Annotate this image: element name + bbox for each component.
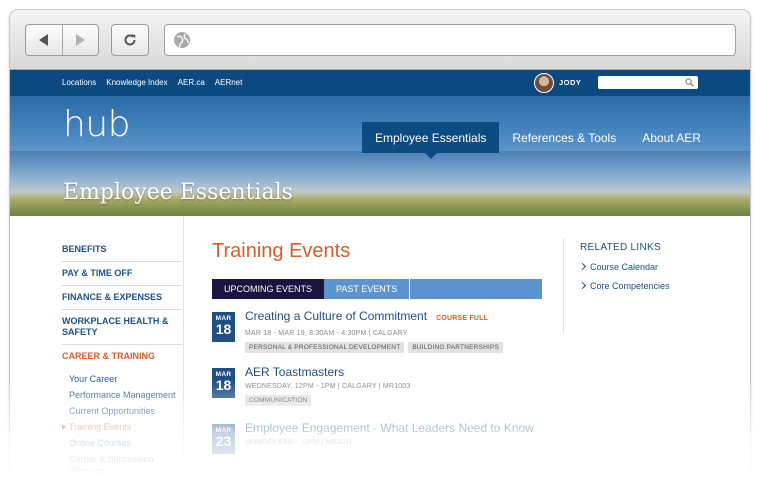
event-day: 18 [215, 321, 232, 337]
course-full-badge: COURSE FULL [436, 315, 489, 322]
hero-banner: hub Employee Essentials References & Too… [10, 96, 750, 216]
event-item: MAR 18 Creating a Culture of Commitment C… [212, 309, 552, 365]
subnav-performance-management[interactable]: Performance Management [69, 388, 182, 404]
event-tags: COMMUNICATION [245, 395, 545, 406]
utility-bar: Locations Knowledge Index AER.ca AERnet … [10, 70, 750, 96]
event-title-link[interactable]: Employee Engagement - What Leaders Need … [245, 421, 545, 435]
event-title-link[interactable]: AER Toastmasters [245, 365, 545, 379]
event-meta: MONDAY 9AM - 12PM | MR1011 [245, 439, 353, 446]
sidebar-item-benefits[interactable]: BENEFITS [62, 238, 182, 262]
sidebar-nav: BENEFITS PAY & TIME OFF FINANCE & EXPENS… [62, 238, 182, 479]
event-item: MAR 18 AER Toastmasters WEDNESDAY, 12PM … [212, 365, 552, 421]
event-tag[interactable]: COMMUNICATION [245, 395, 312, 406]
event-meta: MAR 18 - MAR 19, 8:30AM - 4:30PM | CALGA… [245, 330, 408, 337]
related-link-course-calendar[interactable]: Course Calendar [580, 262, 730, 272]
event-day: 18 [215, 377, 232, 393]
main-column: Training Events UPCOMING EVENTS PAST EVE… [212, 238, 552, 477]
event-body: Creating a Culture of Commitment COURSE F… [245, 309, 545, 353]
related-divider [563, 238, 564, 333]
nav-employee-essentials[interactable]: Employee Essentials [362, 122, 500, 159]
subnav-online-courses[interactable]: Online Courses [69, 436, 182, 452]
reload-button[interactable] [111, 24, 149, 56]
utility-links: Locations Knowledge Index AER.ca AERnet [62, 78, 242, 87]
username[interactable]: JODY [559, 78, 581, 87]
sidebar-item-finance-expenses[interactable]: FINANCE & EXPENSES [62, 286, 182, 310]
tab-upcoming-events[interactable]: UPCOMING EVENTS [212, 279, 325, 299]
forward-button[interactable] [61, 25, 99, 55]
site-logo[interactable]: hub [63, 104, 130, 145]
nav-references-tools[interactable]: References & Tools [499, 122, 629, 153]
related-links: RELATED LINKS Course Calendar Core Compe… [580, 242, 730, 291]
utility-link-locations[interactable]: Locations [62, 78, 96, 87]
event-item: MAR 23 Employee Engagement - What Leader… [212, 421, 552, 477]
event-tag[interactable]: PERSONAL & PROFESSIONAL DEVELOPMENT [245, 342, 405, 353]
subnav-career-succession-planning[interactable]: Career & Succession Planning [69, 452, 182, 479]
utility-link-aernet[interactable]: AERnet [215, 78, 243, 87]
subnav-current-opportunities[interactable]: Current Opportunities [69, 404, 182, 420]
sidebar-item-career-training[interactable]: CAREER & TRAINING [62, 345, 182, 368]
event-tabs: UPCOMING EVENTS PAST EVENTS [212, 279, 542, 299]
event-title-link[interactable]: Creating a Culture of Commitment [245, 309, 427, 323]
back-button[interactable] [26, 25, 62, 55]
nav-about-aer[interactable]: About AER [629, 122, 714, 153]
reload-icon [124, 34, 136, 46]
subnav-training-events[interactable]: Training Events [62, 420, 182, 436]
avatar[interactable] [534, 73, 554, 93]
event-list: MAR 18 Creating a Culture of Commitment C… [212, 309, 552, 477]
event-tag[interactable]: BUILDING PARTNERSHIPS [408, 342, 504, 353]
browser-toolbar [10, 10, 750, 70]
globe-icon [174, 32, 190, 48]
sidebar-item-pay-time-off[interactable]: PAY & TIME OFF [62, 262, 182, 286]
related-link-core-competencies[interactable]: Core Competencies [580, 281, 730, 291]
section-title: Employee Essentials [63, 180, 293, 205]
search-icon[interactable] [685, 78, 694, 87]
related-links-heading: RELATED LINKS [580, 242, 661, 253]
history-buttons [25, 24, 99, 56]
event-date-badge: MAR 18 [212, 368, 235, 398]
main-nav: Employee Essentials References & Tools A… [362, 122, 714, 159]
event-body: AER Toastmasters WEDNESDAY, 12PM - 1PM |… [245, 365, 545, 406]
sidebar-subnav: Your Career Performance Management Curre… [62, 368, 182, 479]
event-meta: WEDNESDAY, 12PM - 1PM | CALGARY | MR1003 [245, 383, 411, 390]
event-title-row: Creating a Culture of Commitment COURSE F… [245, 309, 545, 326]
utility-link-aer-ca[interactable]: AER.ca [178, 78, 205, 87]
address-bar[interactable] [164, 24, 736, 56]
utility-link-knowledge-index[interactable]: Knowledge Index [106, 78, 167, 87]
page-content: BENEFITS PAY & TIME OFF FINANCE & EXPENS… [10, 216, 750, 500]
event-body: Employee Engagement - What Leaders Need … [245, 421, 545, 446]
browser-window: Locations Knowledge Index AER.ca AERnet … [10, 10, 750, 500]
tab-past-events[interactable]: PAST EVENTS [324, 279, 411, 299]
forward-arrow-icon [75, 34, 85, 46]
search-input[interactable] [598, 76, 698, 89]
back-arrow-icon [39, 34, 49, 46]
page-title: Training Events [212, 240, 351, 262]
event-tags: PERSONAL & PROFESSIONAL DEVELOPMENT BUIL… [245, 342, 545, 353]
event-date-badge: MAR 23 [212, 424, 235, 454]
sidebar-item-workplace-health-safety[interactable]: WORKPLACE HEALTH & SAFETY [62, 310, 182, 345]
event-day: 23 [215, 433, 232, 449]
event-date-badge: MAR 18 [212, 312, 235, 342]
sidebar-divider [183, 216, 184, 500]
subnav-your-career[interactable]: Your Career [69, 372, 182, 388]
